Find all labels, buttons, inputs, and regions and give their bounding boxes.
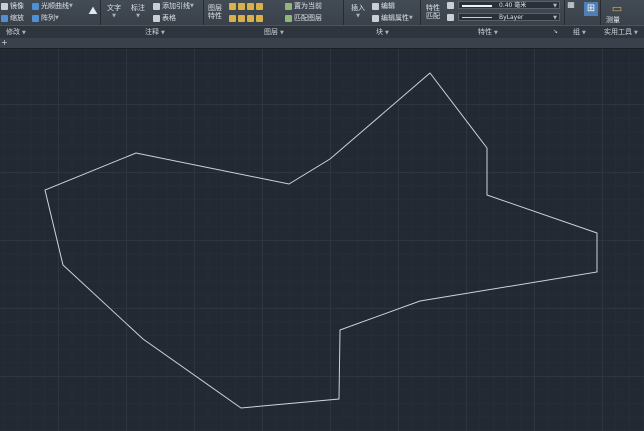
chevron-down-icon: ▼ — [136, 13, 140, 19]
edit-attributes-button[interactable]: 编辑属性 ▼ — [372, 13, 413, 23]
dimension-button[interactable]: 标注 ▼ — [131, 4, 145, 22]
layer-tool-row2[interactable] — [229, 13, 265, 23]
group-icon[interactable]: ▦ — [566, 0, 576, 10]
new-tab-icon[interactable]: + — [1, 38, 8, 48]
fillet-button[interactable]: 光顺曲线 ▼ — [32, 1, 73, 11]
set-current-icon — [285, 2, 292, 10]
chevron-down-icon: ▼ — [22, 30, 26, 36]
edit-block-icon — [372, 2, 379, 10]
set-current-layer-button[interactable]: 置为当前 — [285, 1, 322, 11]
chevron-down-icon: ▼ — [494, 30, 498, 36]
chevron-down-icon: ▼ — [385, 30, 389, 36]
lineweight-dropdown[interactable]: 0.40 毫米 ▼ — [458, 1, 560, 9]
panel-title-block[interactable]: 块 ▼ — [376, 27, 389, 37]
chevron-down-icon: ▼ — [161, 30, 165, 36]
layer-lock-icon — [238, 2, 245, 10]
layer-on-icon — [229, 14, 236, 22]
ribbon-panel-title-bar: 修改 ▼ 注释 ▼ 图层 ▼ 块 ▼ 特性 ▼ ↘ 组 ▼ 实用工具 ▼ — [0, 25, 644, 38]
chevron-down-icon: ▼ — [409, 15, 413, 21]
lineweight-icon — [447, 2, 454, 9]
chevron-down-icon: ▼ — [634, 30, 638, 36]
chevron-down-icon: ▼ — [356, 13, 360, 19]
leader-button[interactable]: 添加引线 ▼ — [153, 1, 194, 11]
panel-title-utilities[interactable]: 实用工具 ▼ — [604, 27, 638, 37]
array-icon — [32, 14, 39, 22]
mirror-icon — [1, 2, 8, 10]
leader-icon — [153, 2, 160, 10]
match-properties-button[interactable]: 特性 匹配 — [426, 4, 440, 22]
panel-title-properties[interactable]: 特性 ▼ — [478, 27, 498, 37]
linetype-icon — [447, 14, 454, 21]
chevron-down-icon: ▼ — [112, 13, 116, 19]
layer-thaw-icon — [238, 14, 245, 22]
mirror-button[interactable]: 镜像 — [1, 1, 24, 11]
chevron-down-icon: ▼ — [190, 3, 194, 9]
measure-button[interactable]: 测量 — [606, 15, 620, 25]
lineweight-sample — [462, 5, 492, 7]
file-tab-bar: + — [0, 38, 644, 49]
linetype-sample — [462, 17, 492, 18]
layer-freeze-icon — [229, 2, 236, 10]
chevron-down-icon: ▼ — [553, 15, 557, 21]
layer-properties-button[interactable]: 图层 特性 — [208, 4, 222, 22]
layer-off-icon — [247, 2, 254, 10]
ungroup-icon[interactable]: ⊞ — [584, 2, 598, 16]
chevron-down-icon: ▼ — [553, 3, 557, 9]
chevron-down-icon: ▼ — [280, 30, 284, 36]
scale-button[interactable]: 缩放 — [1, 13, 24, 23]
array-button[interactable]: 阵列 ▼ — [32, 13, 59, 23]
properties-dialog-launcher[interactable]: ↘ — [553, 27, 558, 37]
fillet-icon — [32, 2, 39, 10]
scale-icon — [1, 14, 8, 22]
insert-block-button[interactable]: 插入 ▼ — [351, 4, 365, 22]
layer-unisolate-icon — [256, 14, 263, 22]
panel-title-layers[interactable]: 图层 ▼ — [264, 27, 284, 37]
edit-attributes-icon — [372, 14, 379, 22]
panel-title-modify[interactable]: 修改 ▼ — [6, 27, 26, 37]
drawing-canvas[interactable] — [0, 49, 644, 431]
drawing-svg — [44, 72, 598, 409]
layer-unlock-icon — [247, 14, 254, 22]
chevron-down-icon: ▼ — [55, 15, 59, 21]
edit-block-button[interactable]: 编辑 — [372, 1, 395, 11]
ribbon: 镜像 光顺曲线 ▼ 缩放 阵列 ▼ ⛰ 文字 ▼ 标注 ▼ 添加引线 ▼ 表格 … — [0, 0, 644, 38]
table-button[interactable]: 表格 — [153, 13, 176, 23]
layer-isolate-icon — [256, 2, 263, 10]
closed-polyline[interactable] — [44, 72, 598, 409]
chevron-down-icon: ▼ — [69, 3, 73, 9]
text-button[interactable]: 文字 ▼ — [107, 4, 121, 22]
panel-title-annotation[interactable]: 注释 ▼ — [145, 27, 165, 37]
linetype-dropdown[interactable]: ByLayer ▼ — [458, 13, 560, 21]
panel-title-groups[interactable]: 组 ▼ — [573, 27, 586, 37]
chevron-down-icon: ▼ — [582, 30, 586, 36]
match-layer-icon — [285, 14, 292, 22]
table-icon — [153, 14, 160, 22]
match-layer-button[interactable]: 匹配图层 — [285, 13, 322, 23]
layer-tool-row1[interactable] — [229, 1, 265, 11]
